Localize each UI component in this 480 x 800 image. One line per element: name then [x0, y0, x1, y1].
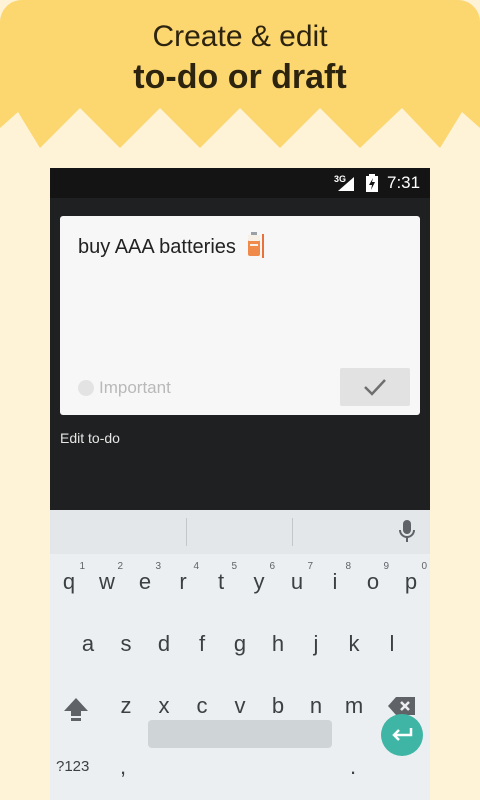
key-label: g: [233, 631, 247, 656]
key-label: m: [344, 693, 364, 718]
key-label: w: [99, 569, 115, 594]
key-label: z: [120, 693, 132, 718]
key-label: v: [234, 693, 246, 718]
key-row-1: q1w2e3r4t5y6u7i8o9p0: [50, 554, 430, 610]
battery-emoji-icon: [248, 232, 261, 256]
backspace-icon[interactable]: [387, 696, 417, 716]
key-label: o: [366, 569, 380, 594]
headline-line1: Create & edit: [152, 20, 328, 53]
key-label: c: [196, 693, 208, 718]
key-row-2: asd f gh j k l: [50, 616, 430, 672]
key-label: r: [179, 569, 187, 594]
key-k[interactable]: k: [335, 616, 373, 672]
key-s[interactable]: s: [107, 616, 145, 672]
todo-text: buy AAA batteries: [78, 236, 236, 258]
edit-caption: Edit to-do: [60, 430, 120, 446]
checkmark-icon: [364, 379, 386, 396]
suggestion-divider: [292, 518, 293, 546]
key-label: y: [253, 569, 265, 594]
key-d[interactable]: d: [145, 616, 183, 672]
key-p[interactable]: p0: [392, 554, 430, 610]
microphone-icon[interactable]: [398, 520, 416, 544]
key-label: e: [138, 569, 152, 594]
key-label: h: [271, 631, 285, 656]
key-t[interactable]: t5: [202, 554, 240, 610]
symbols-key[interactable]: ?123: [56, 758, 89, 775]
key-label: u: [290, 569, 304, 594]
shift-icon[interactable]: [62, 696, 90, 722]
key-label: l: [389, 631, 395, 656]
key-label: n: [309, 693, 323, 718]
key-j[interactable]: j: [297, 616, 335, 672]
suggestion-divider: [186, 518, 187, 546]
key-hint: 0: [421, 561, 427, 572]
key-label: p: [404, 569, 418, 594]
key-label: j: [313, 631, 319, 656]
key-hint: 1: [79, 561, 85, 572]
key-hint: 3: [155, 561, 161, 572]
clock: 7:31: [387, 173, 421, 192]
key-y[interactable]: y6: [240, 554, 278, 610]
soft-keyboard: q1w2e3r4t5y6u7i8o9p0 asdfghjkl zxcvbnm ?…: [50, 510, 430, 800]
key-l[interactable]: l: [373, 616, 411, 672]
headline-line2: to-do or draft: [133, 58, 347, 96]
key-label: f: [198, 631, 206, 656]
key-o[interactable]: o9: [354, 554, 392, 610]
key-w[interactable]: w2: [88, 554, 126, 610]
phone-screen: 3G 7:31 buy AAA batteries Important Edit…: [50, 168, 430, 800]
headline: Create & edit to-do or draft: [0, 18, 480, 98]
space-bar[interactable]: [148, 720, 332, 748]
text-cursor: [262, 234, 265, 258]
key-hint: 5: [231, 561, 237, 572]
key-m[interactable]: m: [335, 678, 373, 734]
battery-charging-icon: [366, 174, 378, 192]
signal-icon: [338, 177, 354, 191]
confirm-button[interactable]: [340, 368, 410, 406]
key-hint: 2: [117, 561, 123, 572]
key-label: d: [157, 631, 171, 656]
key-z[interactable]: z: [107, 678, 145, 734]
key-g[interactable]: g: [221, 616, 259, 672]
suggestion-strip: [50, 510, 430, 554]
key-e[interactable]: e3: [126, 554, 164, 610]
enter-icon: [392, 728, 413, 741]
key-u[interactable]: u7: [278, 554, 316, 610]
important-toggle[interactable]: Important: [78, 378, 171, 398]
key-hint: 7: [307, 561, 313, 572]
status-bar: 3G 7:31: [50, 168, 430, 198]
todo-input[interactable]: buy AAA batteries: [78, 232, 265, 259]
key-r[interactable]: r4: [164, 554, 202, 610]
key-label: i: [332, 569, 338, 594]
important-label: Important: [99, 378, 171, 397]
key-q[interactable]: q1: [50, 554, 88, 610]
key-label: s: [120, 631, 132, 656]
key-label: b: [271, 693, 285, 718]
period-key[interactable]: .: [350, 754, 356, 780]
key-hint: 9: [383, 561, 389, 572]
key-a[interactable]: a: [69, 616, 107, 672]
key-i[interactable]: i8: [316, 554, 354, 610]
comma-key[interactable]: ,: [120, 754, 126, 780]
key-label: t: [217, 569, 225, 594]
key-hint: 4: [193, 561, 199, 572]
key-hint: 6: [269, 561, 275, 572]
key-label: q: [62, 569, 76, 594]
edit-card: buy AAA batteries Important: [60, 216, 420, 415]
important-radio[interactable]: [78, 380, 94, 396]
key-label: x: [158, 693, 170, 718]
key-h[interactable]: h: [259, 616, 297, 672]
enter-button[interactable]: [381, 714, 423, 756]
key-f[interactable]: f: [183, 616, 221, 672]
key-label: k: [348, 631, 360, 656]
promo-frame: Create & edit to-do or draft 3G 7:31 buy…: [0, 0, 480, 800]
key-label: a: [81, 631, 95, 656]
key-hint: 8: [345, 561, 351, 572]
